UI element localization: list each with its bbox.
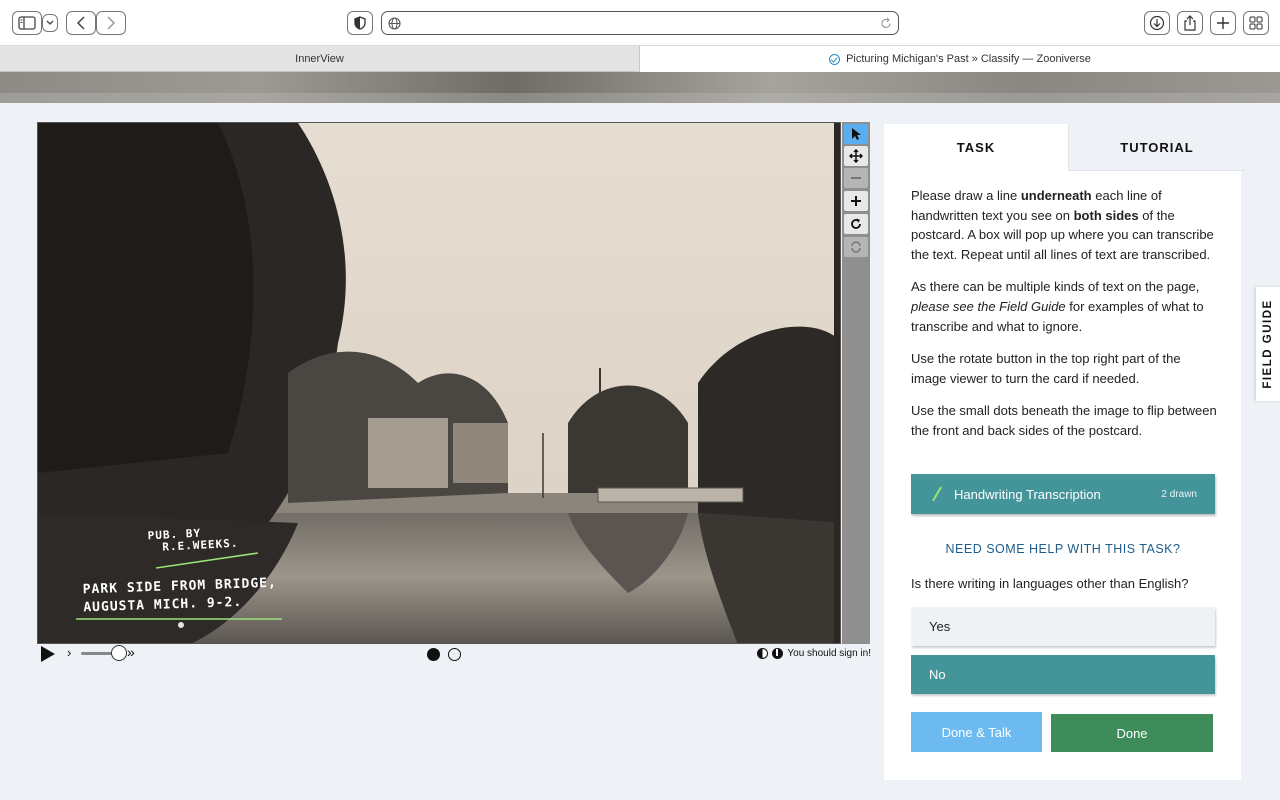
signin-text: You should sign in! <box>787 648 871 659</box>
chevron-left-icon <box>76 16 85 30</box>
tab-label: Picturing Michigan's Past » Classify — Z… <box>846 53 1091 65</box>
tab-zooniverse[interactable]: Picturing Michigan's Past » Classify — Z… <box>640 46 1280 72</box>
pointer-tool-button[interactable] <box>844 124 868 144</box>
line-tool-icon <box>932 486 942 502</box>
share-button[interactable] <box>1177 11 1203 35</box>
instruction-paragraph: Use the small dots beneath the image to … <box>911 403 1217 438</box>
tab-innerview[interactable]: InnerView <box>0 46 640 72</box>
info-icon[interactable] <box>772 648 784 659</box>
globe-icon <box>388 17 401 30</box>
rotate-icon <box>851 218 861 229</box>
done-button[interactable]: Done <box>1051 714 1213 752</box>
privacy-shield-button[interactable] <box>347 11 373 35</box>
move-tool-button[interactable] <box>844 146 868 166</box>
done-and-talk-button[interactable]: Done & Talk <box>911 712 1042 752</box>
instruction-paragraph: Use the rotate button in the top right p… <box>911 351 1181 386</box>
emphasis: underneath <box>1020 188 1092 203</box>
text: Please draw a line <box>911 188 1021 203</box>
drawn-count: 2 drawn <box>1161 488 1197 500</box>
help-link[interactable]: NEED SOME HELP WITH THIS TASK? <box>911 542 1215 556</box>
double-chevron-right-icon[interactable]: » <box>127 644 135 660</box>
move-icon <box>849 149 863 163</box>
chevron-right-icon[interactable]: › <box>67 645 71 660</box>
reset-button[interactable] <box>844 237 868 257</box>
zoom-out-icon <box>851 177 861 179</box>
field-guide-label: FIELD GUIDE <box>1262 299 1274 389</box>
slider-handle[interactable] <box>111 645 127 661</box>
zoom-in-icon <box>851 196 861 206</box>
sidebar-toggle-button[interactable] <box>12 11 42 35</box>
browser-toolbar <box>0 0 1280 46</box>
page-dot-back[interactable] <box>448 648 461 661</box>
tab-overview-button[interactable] <box>1243 11 1269 35</box>
reload-icon[interactable] <box>880 17 892 30</box>
tab-task[interactable]: TASK <box>884 124 1068 171</box>
page-dot-front[interactable] <box>427 648 440 661</box>
sidebar-icon <box>18 16 36 30</box>
pointer-icon <box>852 128 861 140</box>
chevron-right-icon <box>107 16 116 30</box>
emphasis: both sides <box>1073 207 1139 223</box>
subject-image[interactable]: PUB. BY R.E.WEEKS. PARK SIDE FROM BRIDGE… <box>37 122 841 644</box>
share-icon <box>1184 15 1196 31</box>
shield-icon <box>354 16 366 30</box>
task-instructions: Please draw a line underneath each line … <box>911 186 1217 454</box>
answer-label: No <box>929 667 946 682</box>
photo-caption: PARK SIDE FROM BRIDGE, AUGUSTA MICH. 9-2… <box>82 575 277 618</box>
photo-annotation: PUB. BY R.E.WEEKS. <box>147 526 238 555</box>
play-icon[interactable] <box>41 646 55 662</box>
address-bar[interactable] <box>381 11 899 35</box>
language-question: Is there writing in languages other than… <box>911 576 1189 591</box>
signin-notice: You should sign in! <box>757 648 871 659</box>
task-panel: TASK TUTORIAL Please draw a line underne… <box>884 124 1245 780</box>
zooniverse-favicon-icon <box>829 53 841 65</box>
contrast-icon[interactable] <box>757 648 769 659</box>
back-button[interactable] <box>66 11 96 35</box>
answer-label: Yes <box>929 619 951 634</box>
postcard-photo <box>38 123 840 643</box>
zoom-in-button[interactable] <box>844 191 868 211</box>
text: As there can be multiple kinds of text o… <box>911 279 1200 295</box>
viewer-controls: › » You should sign in! <box>37 644 871 666</box>
tab-bar: InnerView Picturing Michigan's Past » Cl… <box>0 46 1280 72</box>
tab-label: InnerView <box>295 52 344 65</box>
grid-icon <box>1249 16 1263 30</box>
instruction-paragraph: As there can be multiple kinds of text o… <box>911 277 1217 336</box>
zoom-out-button[interactable] <box>844 168 868 188</box>
chevron-down-icon <box>46 20 54 25</box>
handwriting-transcription-tool[interactable]: Handwriting Transcription 2 drawn <box>911 474 1215 514</box>
viewer-toolbar <box>842 122 870 644</box>
answer-no[interactable]: No <box>911 655 1215 694</box>
sidebar-menu-button[interactable] <box>42 14 58 32</box>
instruction-paragraph: Please draw a line underneath each line … <box>911 186 1217 264</box>
plus-icon <box>1217 17 1229 29</box>
new-tab-button[interactable] <box>1210 11 1236 35</box>
tool-label: Handwriting Transcription <box>954 486 1101 502</box>
tab-tutorial[interactable]: TUTORIAL <box>1068 124 1245 171</box>
answer-yes[interactable]: Yes <box>911 607 1215 646</box>
project-banner <box>0 72 1280 103</box>
download-icon <box>1149 15 1165 31</box>
rotate-button[interactable] <box>844 214 868 234</box>
downloads-button[interactable] <box>1144 11 1170 35</box>
field-guide-reference: please see the Field Guide <box>911 298 1066 314</box>
field-guide-tab[interactable]: FIELD GUIDE <box>1256 287 1280 401</box>
forward-button[interactable] <box>96 11 126 35</box>
reset-icon <box>851 241 861 253</box>
